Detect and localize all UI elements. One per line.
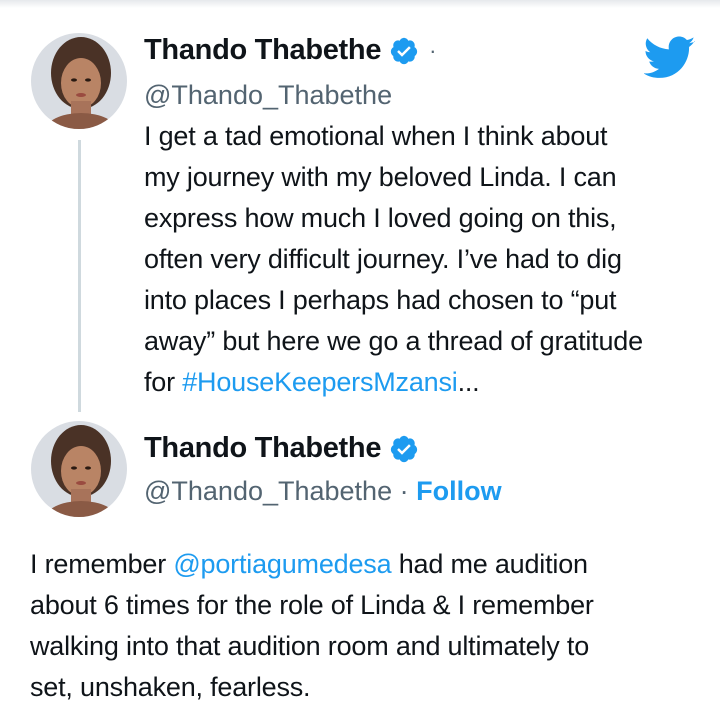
tweet-text-line: I get a tad emotional when I think about bbox=[144, 121, 608, 151]
truncation-ellipsis: ... bbox=[457, 367, 480, 397]
avatar-image bbox=[31, 33, 127, 129]
twitter-bird-icon[interactable] bbox=[644, 36, 696, 80]
tweet-text-line: express how much I loved going on this, bbox=[144, 203, 617, 233]
username[interactable]: @Thando_Thabethe bbox=[144, 80, 392, 111]
follow-button[interactable]: Follow bbox=[416, 476, 501, 506]
tweet-text: I remember @portiagumedesa had me auditi… bbox=[30, 544, 594, 708]
tweet-text-line: often very difficult journey. I’ve had t… bbox=[144, 244, 622, 274]
top-divider bbox=[0, 0, 720, 8]
tweet-text-line: my journey with my beloved Linda. I can bbox=[144, 162, 617, 192]
thread-connector-line bbox=[78, 140, 81, 412]
tweet-text-first-line: I remember @portiagumedesa had me auditi… bbox=[30, 544, 594, 585]
tweet-card: Thando Thabethe · @Thando_Thabethe I get… bbox=[0, 0, 720, 720]
tweet-text-line: walking into that audition room and ulti… bbox=[30, 631, 590, 661]
separator-dot: · bbox=[429, 37, 437, 63]
verified-badge-icon bbox=[391, 37, 418, 64]
tweet-text-line: about 6 times for the role of Linda & I … bbox=[30, 590, 594, 620]
avatar[interactable] bbox=[31, 421, 127, 517]
tweet-text-line: away” but here we go a thread of gratitu… bbox=[144, 326, 643, 356]
mention-link[interactable]: @portiagumedesa bbox=[173, 549, 391, 579]
tweet-text-fragment: had me audition bbox=[391, 549, 588, 579]
username[interactable]: @Thando_Thabethe bbox=[144, 476, 392, 506]
avatar[interactable] bbox=[31, 33, 127, 129]
author-row: Thando Thabethe bbox=[144, 432, 419, 465]
display-name[interactable]: Thando Thabethe bbox=[144, 34, 381, 67]
avatar-image bbox=[31, 421, 127, 517]
tweet-text-line: into places I perhaps had chosen to “put bbox=[144, 285, 617, 315]
verified-badge-icon bbox=[391, 435, 418, 462]
separator-dot: · bbox=[392, 476, 417, 506]
author-row: Thando Thabethe · bbox=[144, 34, 437, 67]
tweet-text-fragment: I remember bbox=[30, 549, 174, 579]
hashtag-link[interactable]: #HouseKeepersMzansi bbox=[182, 367, 458, 397]
tweet-text-line: set, unshaken, fearless. bbox=[30, 672, 311, 702]
handle-follow-row: @Thando_Thabethe · Follow bbox=[144, 476, 502, 507]
display-name[interactable]: Thando Thabethe bbox=[144, 432, 381, 465]
tweet-text-fragment: for bbox=[144, 367, 183, 397]
tweet-text: I get a tad emotional when I think about… bbox=[144, 116, 643, 403]
tweet-text-last-line: for #HouseKeepersMzansi... bbox=[144, 362, 643, 403]
